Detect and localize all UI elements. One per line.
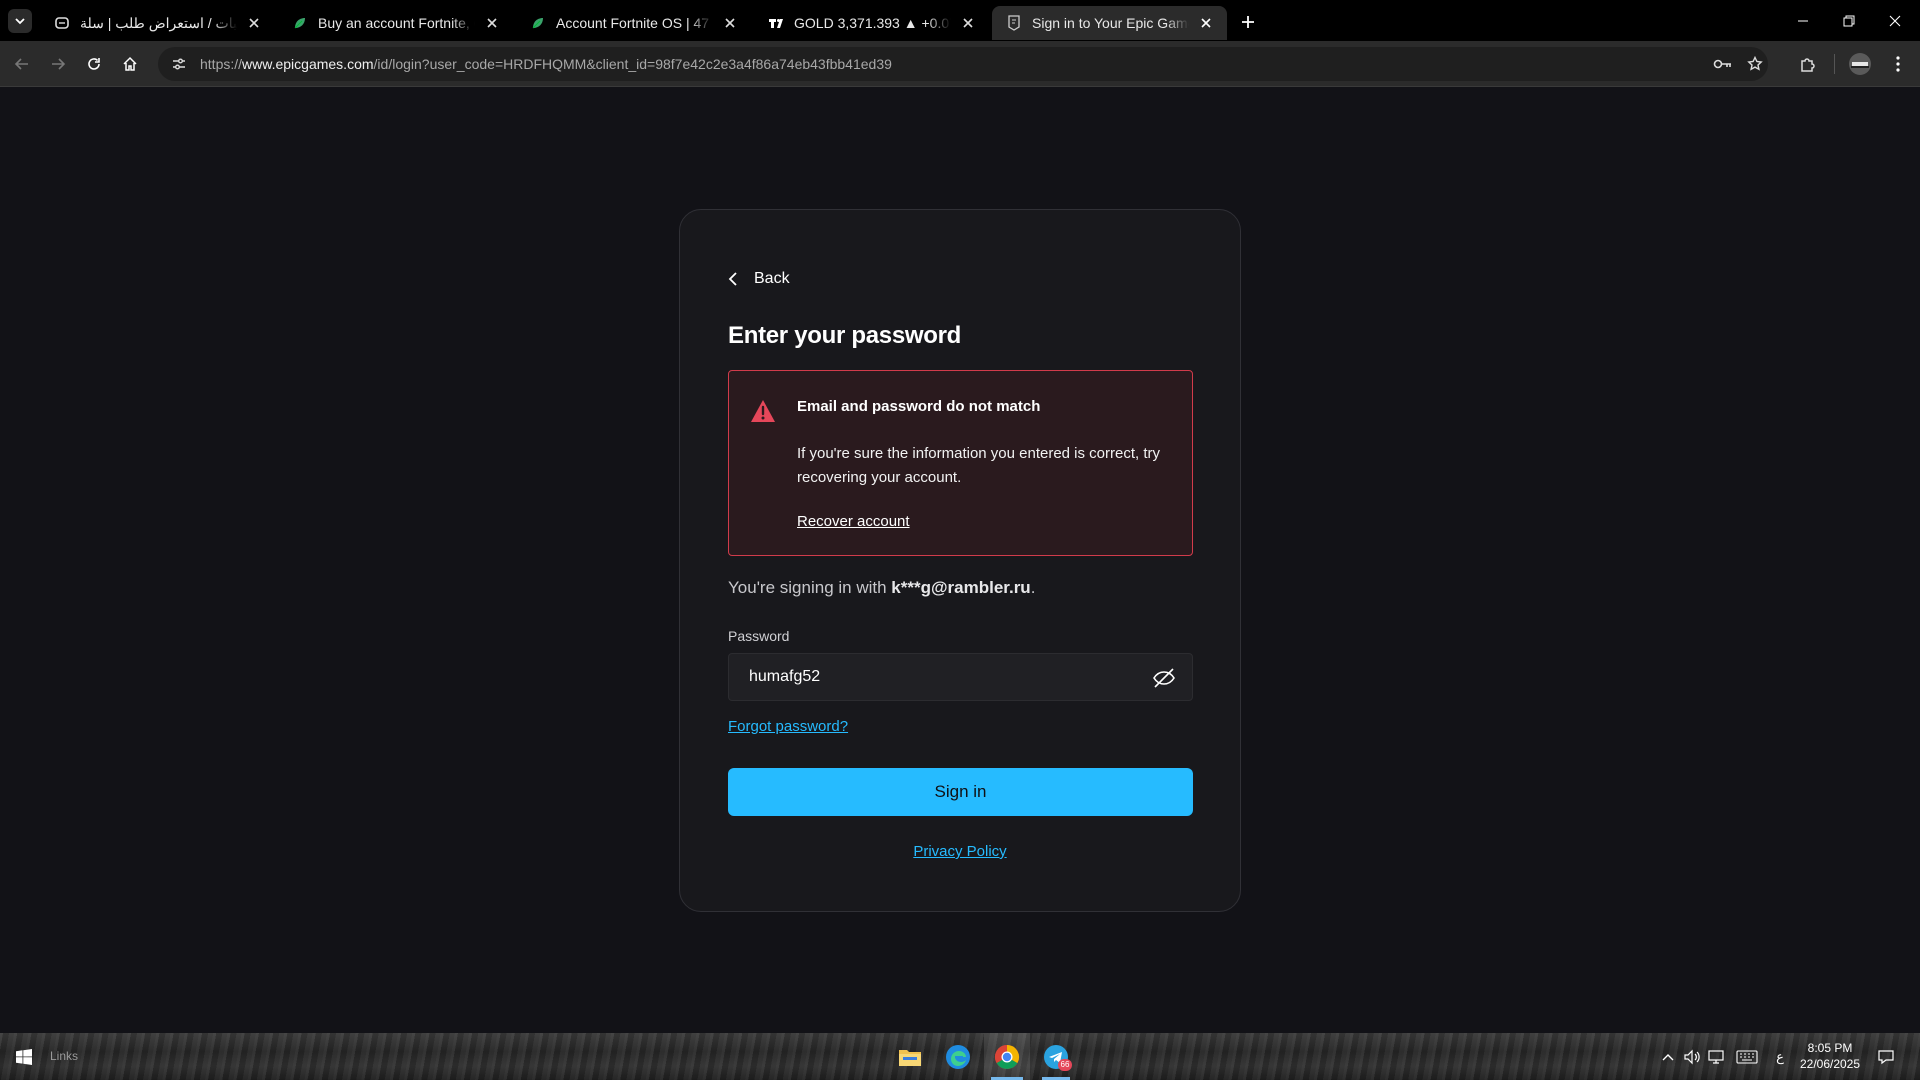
password-label: Password	[728, 628, 790, 644]
notification-icon	[1878, 1050, 1894, 1065]
salla-icon	[54, 15, 70, 31]
tab-fortnite-account[interactable]: Account Fortnite OS | 47 skins |	[516, 6, 751, 40]
account-email: k***g@rambler.ru	[891, 578, 1031, 597]
tab-gold[interactable]: GOLD 3,371.393 ▲ +0.07% Un	[754, 6, 989, 40]
back-label: Back	[754, 270, 790, 287]
forward-nav-button[interactable]	[44, 50, 72, 78]
address-bar[interactable]: https://www.epicgames.com/id/login?user_…	[158, 47, 1768, 81]
error-alert: Email and password do not match If you'r…	[728, 370, 1193, 556]
input-language-indicator[interactable]: ع	[1770, 1047, 1790, 1067]
tab-title: الطلبات / استعراض طلب | سلة	[80, 14, 237, 31]
plus-icon	[1242, 16, 1254, 28]
puzzle-icon	[1801, 58, 1815, 72]
tab-fortnite-buy[interactable]: Buy an account Fortnite, Cheap	[278, 6, 513, 40]
new-tab-button[interactable]	[1234, 8, 1262, 36]
kebab-menu-icon	[1896, 56, 1900, 72]
page-content: Back Enter your password Email and passw…	[0, 87, 1920, 1033]
restore-button[interactable]	[1826, 0, 1872, 41]
close-window-button[interactable]	[1872, 0, 1918, 41]
sign-in-button[interactable]: Sign in	[728, 768, 1193, 816]
show-hidden-icons-button[interactable]	[1658, 1047, 1678, 1067]
chevron-down-icon	[15, 17, 25, 24]
error-message: If you're sure the information you enter…	[797, 445, 1161, 486]
file-explorer-taskbar-button[interactable]	[890, 1033, 930, 1080]
toolbar-divider	[1834, 54, 1835, 74]
signing-in-with-text: You're signing in with k***g@rambler.ru.	[728, 578, 1036, 597]
reload-icon	[88, 58, 100, 70]
eye-off-icon[interactable]	[1152, 666, 1176, 690]
tab-title: GOLD 3,371.393 ▲ +0.07% Un	[794, 15, 951, 31]
tab-title: Buy an account Fortnite, Cheap	[318, 15, 475, 31]
clock-date: 22/06/2025	[1799, 1057, 1861, 1071]
tab-title: Account Fortnite OS | 47 skins |	[556, 15, 713, 31]
start-button[interactable]	[8, 1033, 40, 1080]
close-icon[interactable]	[721, 14, 739, 32]
password-field-wrapper	[728, 653, 1193, 701]
touch-keyboard-button[interactable]	[1734, 1047, 1760, 1067]
profile-avatar[interactable]	[1846, 50, 1874, 78]
telegram-taskbar-button[interactable]: 66	[1036, 1033, 1076, 1080]
close-icon	[1889, 15, 1901, 26]
password-key-icon[interactable]	[1712, 53, 1734, 75]
back-link[interactable]: Back	[728, 270, 790, 288]
login-card: Back Enter your password Email and passw…	[679, 209, 1241, 912]
tab-epic-signin[interactable]: Sign in to Your Epic Games acc	[992, 6, 1227, 40]
leaf-icon	[530, 15, 546, 31]
privacy-policy-row: Privacy Policy	[680, 843, 1240, 861]
close-icon[interactable]	[1197, 14, 1215, 32]
browser-toolbar: https://www.epicgames.com/id/login?user_…	[0, 41, 1920, 87]
chevron-left-icon	[728, 272, 737, 286]
network-icon	[1708, 1050, 1724, 1064]
home-icon	[123, 56, 137, 71]
tab-strip: الطلبات / استعراض طلب | سلة Buy an accou…	[0, 0, 1920, 41]
volume-button[interactable]	[1682, 1047, 1702, 1067]
windows-logo-icon	[16, 1048, 32, 1065]
close-icon[interactable]	[483, 14, 501, 32]
bookmark-star-icon[interactable]	[1744, 53, 1766, 75]
arrow-left-icon	[14, 58, 28, 70]
close-icon[interactable]	[959, 14, 977, 32]
tab-search-button[interactable]	[0, 0, 40, 41]
url-text: https://www.epicgames.com/id/login?user_…	[200, 56, 892, 72]
tradingview-icon	[768, 15, 784, 31]
home-button[interactable]	[116, 50, 144, 78]
close-icon[interactable]	[245, 14, 263, 32]
network-button[interactable]	[1706, 1047, 1726, 1067]
arrow-right-icon	[52, 58, 66, 70]
edge-taskbar-button[interactable]	[938, 1033, 978, 1080]
folder-icon	[899, 1049, 921, 1066]
page-title: Enter your password	[728, 322, 962, 349]
system-clock[interactable]: 8:05 PM 22/06/2025	[1795, 1040, 1865, 1072]
extensions-button[interactable]	[1794, 50, 1822, 78]
recover-account-link[interactable]: Recover account	[797, 513, 910, 530]
keyboard-icon	[1736, 1050, 1758, 1064]
reload-button[interactable]	[80, 50, 108, 78]
site-info-icon[interactable]	[162, 47, 196, 81]
action-center-button[interactable]	[1876, 1047, 1896, 1067]
chrome-icon	[994, 1044, 1020, 1069]
tab-salla[interactable]: الطلبات / استعراض طلب | سلة	[40, 6, 275, 40]
tab-title: Sign in to Your Epic Games acc	[1032, 15, 1189, 31]
forgot-password-link[interactable]: Forgot password?	[728, 718, 848, 735]
leaf-icon	[292, 15, 308, 31]
speaker-icon	[1684, 1049, 1700, 1065]
epic-icon	[1006, 15, 1022, 31]
restore-icon	[1843, 15, 1855, 26]
minimize-button[interactable]	[1780, 0, 1826, 41]
windows-taskbar: Links 66 ع 8:05 PM 22/06/2025	[0, 1033, 1920, 1080]
warning-icon	[751, 400, 775, 422]
password-field[interactable]	[749, 668, 1129, 686]
notification-badge: 66	[1058, 1059, 1072, 1071]
clock-time: 8:05 PM	[1807, 1041, 1853, 1055]
privacy-policy-link[interactable]: Privacy Policy	[913, 843, 1006, 860]
edge-icon	[946, 1044, 970, 1069]
chevron-up-icon	[1662, 1054, 1674, 1061]
avatar-icon	[1849, 53, 1871, 75]
error-title: Email and password do not match	[797, 398, 1041, 415]
browser-menu-button[interactable]	[1884, 50, 1912, 78]
minimize-icon	[1798, 20, 1808, 21]
chrome-taskbar-button[interactable]	[984, 1033, 1030, 1080]
back-nav-button[interactable]	[8, 50, 36, 78]
links-toolbar-label[interactable]: Links	[50, 1049, 78, 1063]
